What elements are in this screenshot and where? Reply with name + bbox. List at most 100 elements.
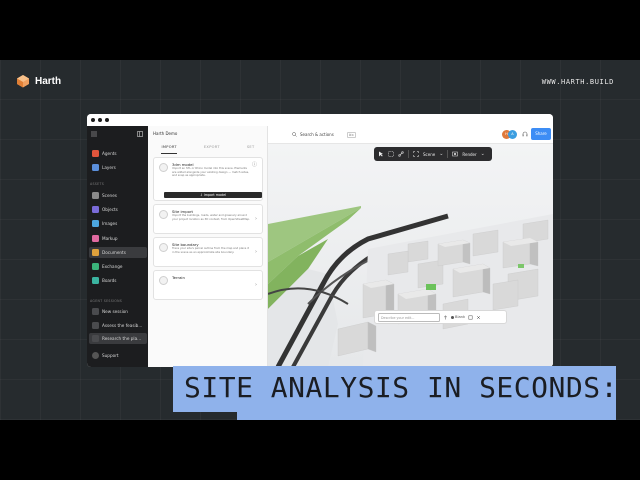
assets-heading: ASSETS bbox=[90, 182, 105, 186]
sidebar-item-label: Assess the feasib... bbox=[102, 322, 143, 328]
collapse-sidebar-icon[interactable] bbox=[137, 131, 143, 137]
scene-dropdown[interactable]: Scene bbox=[423, 152, 435, 157]
menu-icon[interactable] bbox=[91, 131, 97, 137]
app-window: Agents Layers ASSETS Scenes Objects Images M… bbox=[87, 114, 553, 367]
sidebar-item-research-the-pla[interactable]: Research the pla... bbox=[89, 333, 147, 344]
card-3dm-model: 3dm model Import an STL or Rhino model i… bbox=[153, 157, 263, 201]
scenes-icon bbox=[92, 192, 99, 199]
tab-set[interactable]: SET bbox=[247, 145, 255, 154]
avatar[interactable]: A bbox=[508, 130, 517, 139]
sidebar-item-label: Exchange bbox=[102, 264, 123, 269]
describe-edit-input[interactable]: Describe your edit... bbox=[378, 312, 440, 322]
chevron-down-icon: ⌄ bbox=[439, 151, 444, 157]
card-description: Import an STL or Rhino model into this s… bbox=[172, 166, 250, 178]
sidebar-item-scenes[interactable]: Scenes bbox=[89, 190, 147, 201]
new-session-icon bbox=[92, 308, 99, 315]
sidebar-item-label: Agents bbox=[102, 151, 117, 156]
markup-icon bbox=[92, 234, 99, 242]
tab-export[interactable]: EXPORT bbox=[204, 145, 220, 154]
sidebar-item-label: Research the pla... bbox=[102, 336, 142, 341]
link-icon[interactable] bbox=[398, 151, 404, 157]
render-icon bbox=[452, 151, 459, 157]
city-scene bbox=[268, 144, 553, 367]
info-icon: ⓘ bbox=[251, 162, 257, 168]
caption-line-1: SITE ANALYSIS IN SECONDS: bbox=[173, 366, 617, 412]
sidebar-item-label: Support bbox=[102, 353, 119, 358]
sidebar-item-label: Images bbox=[102, 221, 118, 227]
chevron-right-icon: › bbox=[255, 216, 257, 222]
sidebar-item-support[interactable]: Support bbox=[89, 350, 147, 361]
agent-icon bbox=[92, 321, 99, 329]
box-select-icon[interactable] bbox=[388, 151, 394, 157]
close-icon[interactable] bbox=[476, 315, 481, 320]
sidebar-item-label: Boards bbox=[102, 278, 117, 284]
window-dot bbox=[91, 118, 95, 122]
search-input[interactable]: Search & actions bbox=[300, 132, 334, 137]
render-dropdown[interactable]: Render bbox=[462, 152, 476, 157]
layers-icon bbox=[92, 164, 99, 171]
sidebar-item-images[interactable]: Images bbox=[89, 218, 147, 229]
harth-logo-icon bbox=[17, 75, 29, 88]
chevron-right-icon: › bbox=[255, 249, 257, 255]
chat-box: Describe your edit... Blank bbox=[374, 310, 507, 324]
site-url: WWW.HARTH.BUILD bbox=[541, 78, 614, 86]
sidebar-item-agents[interactable]: Agents bbox=[89, 148, 147, 159]
headset-icon[interactable] bbox=[522, 131, 528, 137]
sidebar-item-label: Markup bbox=[102, 235, 118, 241]
tab-import[interactable]: IMPORT bbox=[161, 145, 177, 154]
model-icon bbox=[159, 163, 168, 172]
sidebar: Agents Layers ASSETS Scenes Objects Images M… bbox=[87, 126, 148, 367]
card-description: Import the buildings, roads, water and g… bbox=[172, 213, 250, 221]
window-dot bbox=[98, 118, 102, 122]
card-site-boundary[interactable]: Site boundary Trace your site's parcel o… bbox=[153, 237, 263, 267]
objects-icon bbox=[92, 206, 99, 214]
images-icon bbox=[92, 220, 99, 228]
divider bbox=[447, 150, 449, 158]
exchange-icon bbox=[92, 263, 99, 270]
search-shortcut: ⌘K bbox=[346, 131, 356, 138]
search-bar[interactable]: Search & actions ⌘K bbox=[292, 130, 372, 139]
attach-icon[interactable] bbox=[468, 315, 473, 320]
panel-tabs: IMPORT EXPORT SET bbox=[148, 145, 268, 154]
agent-icon bbox=[92, 335, 99, 342]
documents-icon bbox=[92, 248, 99, 256]
mode-indicator[interactable]: Blank bbox=[451, 315, 465, 319]
top-bar: Search & actions ⌘K H A Share bbox=[268, 126, 553, 144]
agents-icon bbox=[92, 150, 99, 157]
support-icon bbox=[92, 352, 99, 359]
chevron-down-icon: ⌄ bbox=[480, 151, 485, 157]
terrain-icon bbox=[159, 276, 168, 285]
3d-viewport[interactable]: Scene ⌄ Render ⌄ Describe your edit... B… bbox=[268, 144, 553, 367]
scene-icon bbox=[413, 151, 419, 157]
sidebar-item-layers[interactable]: Layers bbox=[89, 162, 147, 173]
viewport-toolbar: Scene ⌄ Render ⌄ bbox=[374, 147, 492, 161]
card-site-import[interactable]: Site import Import the buildings, roads,… bbox=[153, 204, 263, 234]
video-frame: Harth WWW.HARTH.BUILD Agents Layers ASSET… bbox=[0, 0, 640, 480]
sidebar-item-label: Scenes bbox=[102, 193, 117, 198]
sidebar-item-label: Objects bbox=[102, 207, 118, 213]
sidebar-top bbox=[87, 129, 148, 139]
window-titlebar bbox=[87, 114, 553, 126]
sidebar-item-assess-the-feasib[interactable]: Assess the feasib... bbox=[89, 320, 147, 331]
sidebar-item-exchange[interactable]: Exchange bbox=[89, 261, 147, 272]
agent-sessions-heading: AGENT SESSIONS bbox=[90, 299, 123, 303]
import-panel: Harth Demo IMPORT EXPORT SET 3dm model I… bbox=[148, 126, 268, 367]
window-dot bbox=[105, 118, 109, 122]
cursor-icon[interactable] bbox=[378, 151, 384, 157]
sidebar-item-new-session[interactable]: New session bbox=[89, 306, 147, 317]
card-terrain[interactable]: Terrain › bbox=[153, 270, 263, 300]
import-model-label: Import model bbox=[203, 193, 227, 197]
send-icon[interactable] bbox=[443, 314, 448, 320]
sidebar-item-label: New session bbox=[102, 309, 128, 314]
share-button[interactable]: Share bbox=[531, 128, 551, 140]
sidebar-item-documents[interactable]: Documents bbox=[89, 246, 147, 258]
site-import-icon bbox=[159, 210, 168, 219]
mode-label: Blank bbox=[455, 315, 466, 319]
project-title: Harth Demo bbox=[153, 131, 178, 136]
import-model-button[interactable]: ⇩ Import model bbox=[164, 192, 262, 198]
sidebar-item-boards[interactable]: Boards bbox=[89, 275, 147, 286]
sidebar-item-markup[interactable]: Markup bbox=[89, 233, 147, 244]
background: Harth WWW.HARTH.BUILD Agents Layers ASSET… bbox=[0, 60, 640, 420]
sidebar-item-objects[interactable]: Objects bbox=[89, 204, 147, 215]
mode-dot-icon bbox=[451, 315, 454, 319]
